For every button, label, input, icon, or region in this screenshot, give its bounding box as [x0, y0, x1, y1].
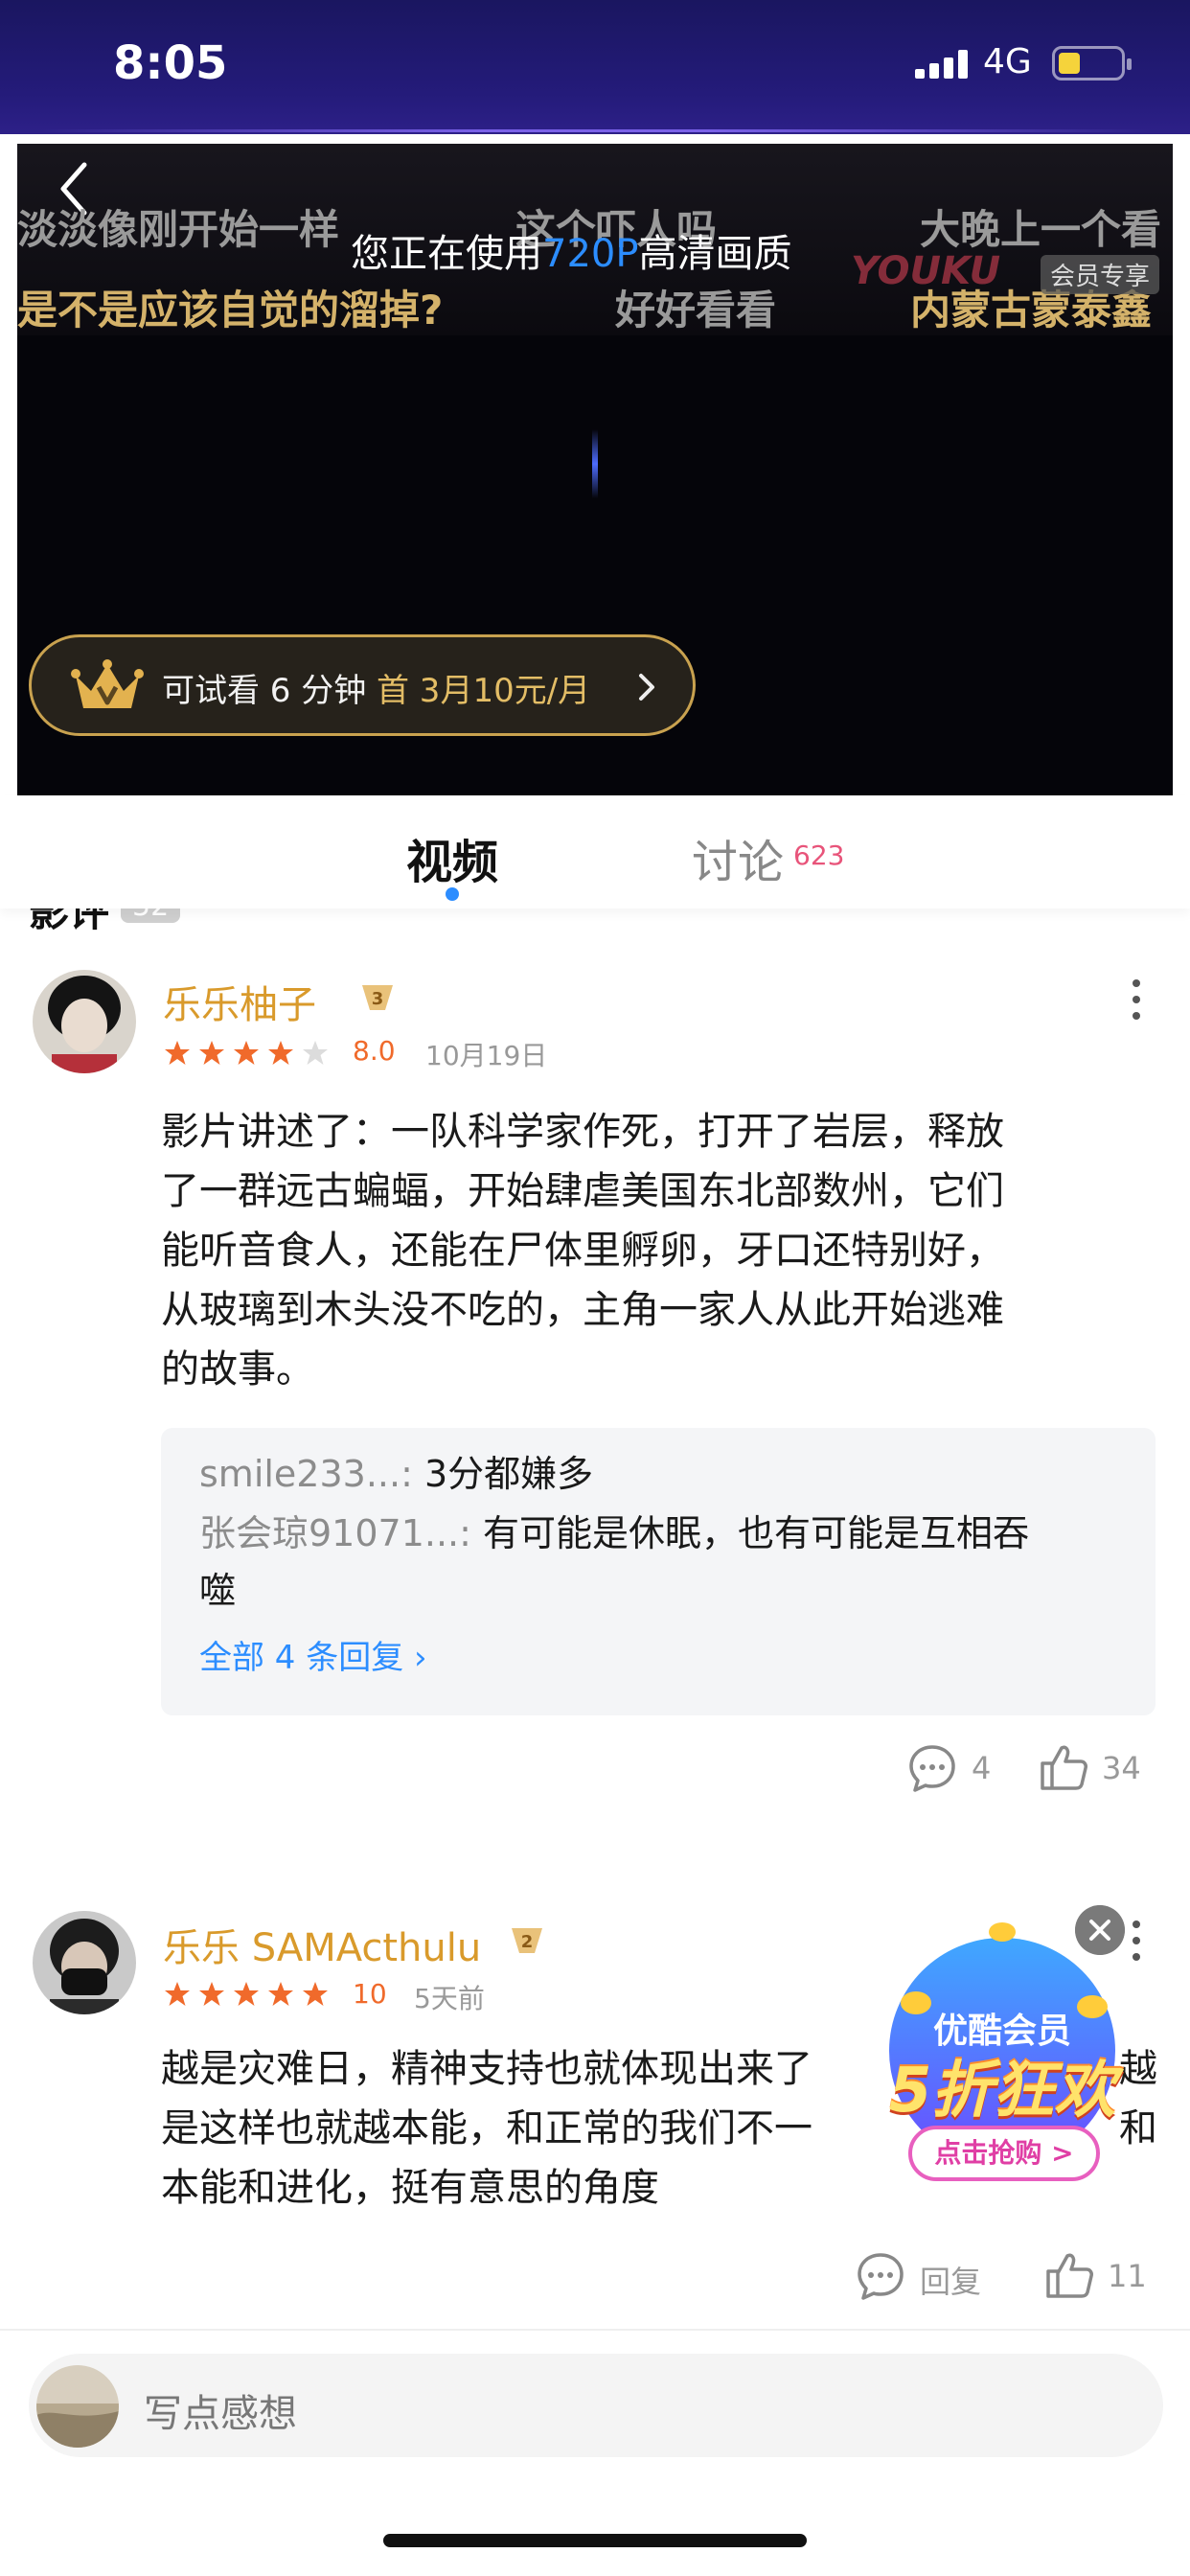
avatar[interactable] — [33, 970, 136, 1073]
trial-text: 可试看 6 分钟 — [162, 672, 367, 710]
network-label: 4G — [983, 42, 1032, 81]
all-replies-link[interactable]: 全部 4 条回复 › — [199, 1631, 427, 1678]
comment-username[interactable]: 乐乐 SAMActhulu — [163, 1917, 481, 1972]
discussion-count: 623 — [793, 840, 845, 871]
svg-text:2: 2 — [521, 1932, 534, 1952]
promo-buy-button[interactable]: 点击抢购 > — [908, 2126, 1100, 2181]
rating-stars — [165, 1982, 328, 2006]
danmu-comment: 是不是应该自觉的溜掉? — [17, 287, 444, 334]
reply-item: smile233...: 3分都嫌多 — [199, 1453, 594, 1495]
vip-mark: 会员专享 — [1041, 255, 1160, 294]
tab-bar: 视频 讨论 623 — [0, 795, 1190, 908]
reply-count: 4 — [972, 1750, 992, 1786]
loading-glint — [592, 429, 598, 498]
my-avatar — [36, 2365, 119, 2448]
youku-watermark: YOUKU — [851, 249, 1001, 293]
input-placeholder: 写点感想 — [144, 2392, 297, 2436]
danmu-comment: 好好看看 — [615, 287, 777, 334]
reply-item: 张会琼91071...: 有可能是休眠，也有可能是互相吞 噬 — [199, 1512, 1030, 1612]
comment-icon[interactable] — [855, 2250, 906, 2302]
rating-score: 8.0 — [353, 1035, 396, 1067]
active-tab-indicator — [446, 887, 459, 901]
crown-icon — [71, 659, 144, 708]
comment-date: 10月19日 — [425, 1040, 548, 1071]
svg-text:3: 3 — [372, 989, 384, 1009]
status-time: 8:05 — [113, 36, 228, 90]
status-bar: 8:05 4G — [0, 0, 1190, 134]
tab-video[interactable]: 视频 — [406, 824, 498, 891]
divider — [0, 2329, 1190, 2331]
battery-icon — [1052, 46, 1132, 80]
comment-icon[interactable] — [906, 1742, 958, 1794]
comment-body: 影片讲述了：一队科学家作死，打开了岩层，释放 了一群远古蝙蝠，开始肆虐美国东北部… — [161, 1110, 1004, 1392]
avatar[interactable] — [33, 1911, 136, 2014]
chevron-right-icon — [639, 674, 654, 701]
video-player[interactable]: 淡淡像刚开始一样 这个吓人吗 大晚上一个看 是不是应该自觉的溜掉? 好好看看 内… — [17, 144, 1173, 795]
like-count: 11 — [1108, 2258, 1147, 2294]
level-badge-icon: 3 — [362, 985, 393, 1010]
like-icon[interactable] — [1042, 2248, 1096, 2302]
danmu-comment: 大晚上一个看 — [920, 206, 1162, 253]
comment-input[interactable]: 写点感想 — [29, 2354, 1163, 2457]
trial-price: 首 3月10元/月 — [377, 672, 591, 710]
rating-score: 10 — [353, 1978, 387, 2010]
reply-preview-box[interactable]: smile233...: 3分都嫌多 张会琼91071...: 有可能是休眠，也… — [161, 1428, 1156, 1715]
like-icon[interactable] — [1037, 1740, 1090, 1794]
home-indicator[interactable] — [383, 2534, 807, 2547]
like-count: 34 — [1102, 1750, 1141, 1786]
signal-icon — [915, 48, 969, 79]
promo-headline: 5折狂欢 — [888, 2056, 1116, 2127]
reply-button-label[interactable]: 回复 — [920, 2258, 981, 2302]
comment-username[interactable]: 乐乐柚子 — [163, 974, 316, 1029]
comment-date: 5天前 — [414, 1983, 485, 2014]
danmu-comment: 淡淡像刚开始一样 — [17, 206, 340, 253]
rating-stars — [165, 1041, 328, 1065]
more-options-icon[interactable] — [1127, 1917, 1146, 1965]
more-options-icon[interactable] — [1127, 976, 1146, 1024]
trial-banner[interactable]: 可试看 6 分钟 首 3月10元/月 — [29, 634, 696, 736]
close-icon[interactable] — [1075, 1905, 1125, 1955]
quality-tip: 您正在使用720P高清画质 — [351, 232, 792, 276]
tab-discussion[interactable]: 讨论 — [692, 824, 784, 891]
level-badge-icon: 2 — [512, 1928, 542, 1953]
